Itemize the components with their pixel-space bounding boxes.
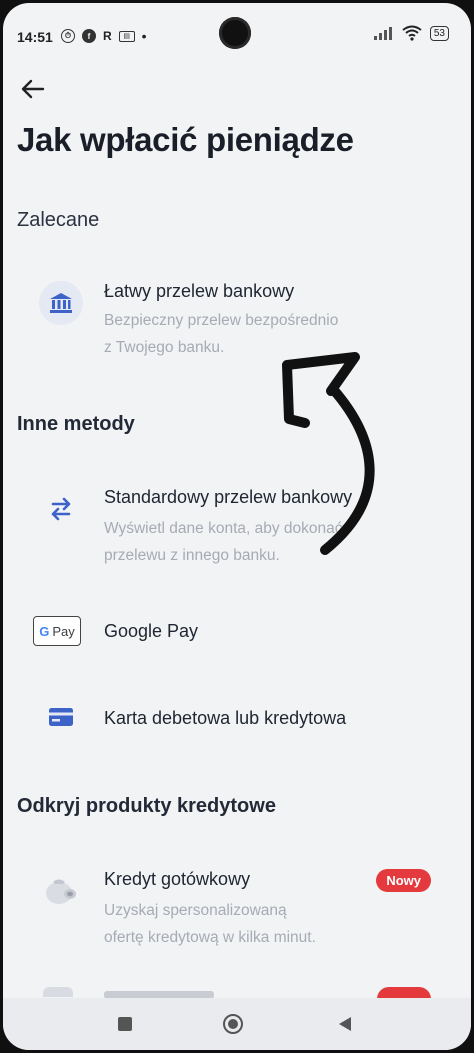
- section-title-other-methods: Inne metody: [17, 413, 135, 435]
- status-bar: 14:51 ⏱ f R ▤ • 53: [3, 3, 471, 67]
- status-icons: ⏱ f R ▤ •: [61, 28, 147, 44]
- recents-button[interactable]: [113, 1012, 137, 1036]
- section-title-recommended: Zalecane: [17, 209, 100, 231]
- facebook-icon: f: [82, 29, 96, 43]
- bank-icon-wrap: [33, 275, 89, 331]
- arrow-left-icon: [21, 79, 45, 99]
- method-label: Google Pay: [104, 621, 199, 641]
- desc-line-1: Bezpieczny przelew bezpośrednio: [104, 312, 339, 329]
- method-google-pay[interactable]: G Pay Google Pay: [3, 603, 471, 659]
- method-standard-bank-transfer[interactable]: Standardowy przelew bankowy Wyświetl dan…: [3, 481, 471, 581]
- method-label: Łatwy przelew bankowy: [104, 281, 295, 301]
- partial-icon: [43, 987, 73, 997]
- pay-text: Pay: [52, 623, 75, 639]
- bank-icon: [39, 281, 83, 325]
- google-pay-icon: G Pay: [33, 616, 81, 646]
- section-title-credit-products: Odkryj produkty kredytowe: [17, 795, 276, 817]
- r-app-icon: R: [103, 29, 112, 43]
- desc-line-1: Uzyskaj spersonalizowaną: [104, 902, 287, 919]
- back-nav-button[interactable]: [333, 1012, 357, 1036]
- google-pay-icon-wrap: G Pay: [29, 603, 85, 659]
- card-icon: [33, 689, 89, 745]
- method-label: Karta debetowa lub kredytowa: [104, 708, 347, 728]
- notification-icon: ▤: [118, 30, 135, 42]
- desc-line-2: ofertę kredytową w kilka minut.: [104, 929, 316, 946]
- back-button[interactable]: [17, 73, 49, 105]
- home-button[interactable]: [221, 1012, 245, 1036]
- signal-icon: [373, 27, 392, 40]
- google-g-logo: G: [39, 623, 50, 639]
- app-screen: 14:51 ⏱ f R ▤ • 53 Jak wpłacić pieniądze…: [3, 3, 471, 1050]
- product-description: Uzyskaj spersonalizowaną ofertę kredytow…: [104, 897, 394, 951]
- battery-indicator: 53: [429, 25, 449, 41]
- back-triangle-icon: [339, 1017, 351, 1031]
- status-right: 53: [373, 25, 449, 41]
- wifi-icon: [402, 25, 422, 41]
- alarm-icon: ⏱: [61, 29, 75, 43]
- method-easy-bank-transfer[interactable]: Łatwy przelew bankowy Bezpieczny przelew…: [3, 273, 471, 373]
- status-time: 14:51: [17, 29, 53, 45]
- method-card[interactable]: Karta debetowa lub kredytowa: [3, 689, 471, 745]
- recents-square-icon: [118, 1017, 132, 1031]
- money-bag-icon: [33, 859, 89, 915]
- transfer-arrows-icon: [33, 481, 89, 537]
- hand-drawn-arrow-annotation: [282, 352, 375, 555]
- front-camera: [219, 17, 251, 49]
- more-dot-icon: •: [141, 28, 147, 44]
- product-cash-loan[interactable]: Kredyt gotówkowy Nowy Uzyskaj spersonali…: [3, 863, 471, 963]
- home-circle-icon: [223, 1014, 243, 1034]
- new-badge: Nowy: [376, 869, 431, 892]
- product-label: Kredyt gotówkowy: [104, 869, 251, 889]
- system-navigation-bar: [3, 998, 471, 1050]
- page-title: Jak wpłacić pieniądze: [17, 121, 354, 158]
